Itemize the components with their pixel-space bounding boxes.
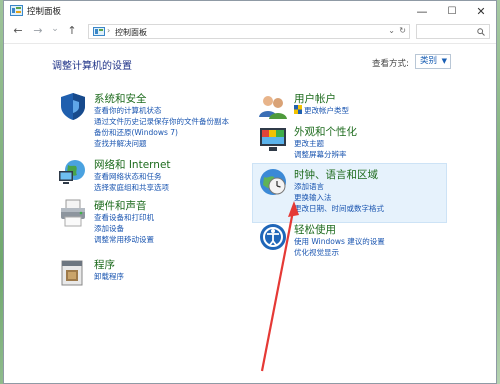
link-view-status[interactable]: 查看你的计算机状态 <box>94 105 162 116</box>
network-globe-icon <box>59 160 85 184</box>
minimize-button[interactable]: — <box>407 1 437 21</box>
link-uninstall-program[interactable]: 卸载程序 <box>94 271 124 282</box>
programs-icon <box>61 260 83 286</box>
search-input[interactable] <box>416 24 490 39</box>
category-title[interactable]: 外观和个性化 <box>294 124 357 139</box>
up-button[interactable]: ↑ <box>65 24 79 37</box>
monitor-palette-icon <box>260 128 286 151</box>
view-by-label: 查看方式: <box>372 59 409 69</box>
maximize-button[interactable]: ☐ <box>437 1 467 21</box>
ease-of-access-icon <box>260 224 286 250</box>
search-icon <box>477 28 485 36</box>
category-title[interactable]: 网络和 Internet <box>94 157 171 172</box>
category-title[interactable]: 轻松使用 <box>294 222 336 237</box>
link-screen-resolution[interactable]: 调整屏幕分辨率 <box>294 149 347 160</box>
forward-button[interactable]: → <box>31 24 45 37</box>
category-title[interactable]: 程序 <box>94 257 115 272</box>
content-area: 调整计算机的设置 查看方式: 类别 ▼ 系统和安全 查看你的计算机状态 通过文件… <box>4 43 496 383</box>
refresh-icon[interactable]: ↻ <box>399 26 406 35</box>
address-bar-row: ← → ⌄ ↑ › 控制面板 ⌄ ↻ <box>4 21 496 44</box>
link-change-input-method[interactable]: 更换输入法 <box>294 192 332 203</box>
link-add-language[interactable]: 添加语言 <box>294 181 324 192</box>
back-button[interactable]: ← <box>11 24 25 37</box>
uac-shield-icon <box>294 105 302 114</box>
category-title[interactable]: 用户帐户 <box>294 91 336 106</box>
category-title[interactable]: 系统和安全 <box>94 91 147 106</box>
dropdown-arrow-icon: ▼ <box>441 57 447 65</box>
page-heading: 调整计算机的设置 <box>52 61 132 72</box>
link-file-history[interactable]: 通过文件历史记录保存你的文件备份副本 <box>94 116 229 127</box>
breadcrumb-chevron-icon: › <box>107 26 111 35</box>
view-by-select[interactable]: 类别 ▼ <box>415 54 451 69</box>
shield-icon <box>61 93 85 120</box>
close-button[interactable]: ✕ <box>466 1 496 21</box>
link-optimize-display[interactable]: 优化视觉显示 <box>294 247 339 258</box>
link-mobility-settings[interactable]: 调整常用移动设置 <box>94 234 154 245</box>
view-by-value: 类别 <box>420 56 438 66</box>
window-title: 控制面板 <box>27 7 62 17</box>
link-windows-recommended[interactable]: 使用 Windows 建议的设置 <box>294 236 385 247</box>
link-add-device[interactable]: 添加设备 <box>94 223 124 234</box>
link-homegroup[interactable]: 选择家庭组和共享选项 <box>94 182 169 193</box>
users-icon <box>259 96 287 119</box>
category-title[interactable]: 硬件和声音 <box>94 198 147 213</box>
link-change-date-format[interactable]: 更改日期、时间或数字格式 <box>294 203 384 214</box>
address-path[interactable]: 控制面板 <box>115 27 147 38</box>
link-network-status[interactable]: 查看网络状态和任务 <box>94 171 162 182</box>
link-devices-printers[interactable]: 查看设备和打印机 <box>94 212 154 223</box>
printer-icon <box>61 199 85 227</box>
link-change-account-type[interactable]: 更改帐户类型 <box>304 105 349 116</box>
control-panel-icon <box>93 27 105 36</box>
address-dropdown-icon[interactable]: ⌄ <box>388 26 395 35</box>
link-troubleshoot[interactable]: 查找并解决问题 <box>94 138 147 149</box>
control-panel-icon <box>10 5 23 16</box>
link-backup-restore[interactable]: 备份和还原(Windows 7) <box>94 127 178 138</box>
recent-locations-button[interactable]: ⌄ <box>48 24 62 34</box>
link-change-theme[interactable]: 更改主题 <box>294 138 324 149</box>
control-panel-window: 控制面板 — ☐ ✕ ← → ⌄ ↑ › 控制面板 ⌄ ↻ 调整计算机的设置 查… <box>3 0 497 384</box>
category-title[interactable]: 时钟、语言和区域 <box>294 167 378 182</box>
title-bar: 控制面板 — ☐ ✕ <box>4 1 496 22</box>
clock-globe-icon <box>260 169 286 195</box>
address-box[interactable]: › 控制面板 ⌄ ↻ <box>88 24 410 39</box>
